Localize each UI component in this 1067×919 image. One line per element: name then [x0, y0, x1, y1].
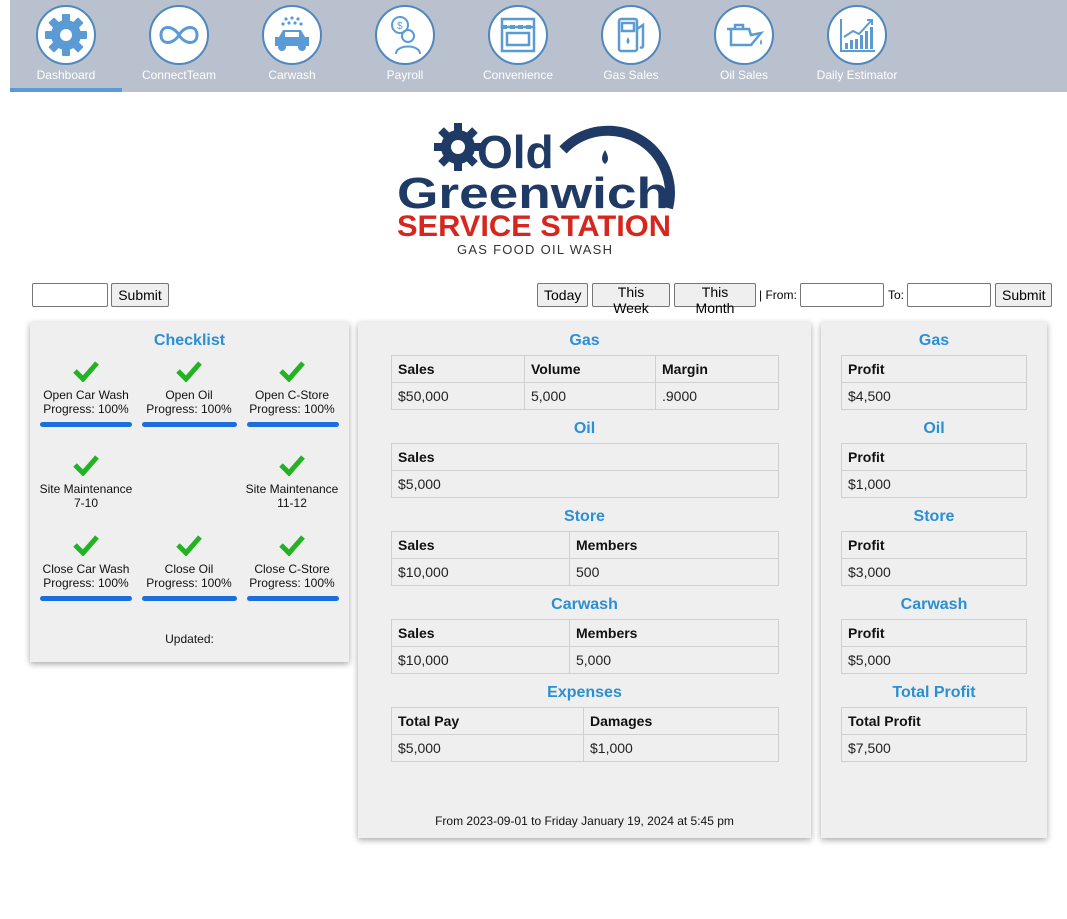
checkmark-icon — [73, 535, 99, 556]
checklist-title: Checklist — [153, 332, 226, 349]
range-submit-button[interactable]: Submit — [995, 283, 1052, 307]
nav-item-oil-sales[interactable]: Oil Sales — [688, 0, 800, 92]
this-month-button[interactable]: This Month — [674, 283, 756, 316]
store-table: Sales Members $10,000 500 — [391, 531, 779, 586]
gas-profit-title: Gas — [918, 332, 950, 349]
carwash-table: Sales Members $10,000 5,000 — [391, 619, 779, 674]
sales-panel: Gas Sales Volume Margin $50,000 5,000.9000 … — [358, 322, 811, 838]
nav-item-gas-sales[interactable]: Gas Sales — [575, 0, 687, 92]
station-logo: Old Greenwich SERVICE STATION GAS FOOD O… — [393, 120, 678, 260]
svg-text:$: $ — [397, 21, 403, 32]
nav-item-daily-estimator[interactable]: Daily Estimator — [801, 0, 913, 92]
progress-bar — [40, 422, 132, 427]
oil-profit-title: Oil — [923, 420, 945, 437]
date-range-text: From 2023-09-01 to Friday January 19, 20… — [435, 814, 734, 828]
progress-bar — [40, 596, 132, 601]
nav-label: ConnectTeam — [141, 68, 217, 82]
logo-line3: SERVICE STATION — [397, 210, 671, 243]
oil-profit-table: Profit $1,000 — [841, 443, 1027, 498]
total-profit-title: Total Profit — [892, 684, 976, 701]
to-label: To: — [888, 288, 905, 302]
updated-label: Updated: — [165, 632, 214, 646]
gas-table: Sales Volume Margin $50,000 5,000.9000 — [391, 355, 779, 410]
checkmark-icon — [73, 455, 99, 476]
checklist-item-close-oil[interactable]: Close Oil Progress: 100% — [139, 534, 239, 590]
oil-can-icon — [714, 5, 774, 65]
submit-button[interactable]: Submit — [111, 283, 169, 307]
checkmark-icon — [176, 535, 202, 556]
checkmark-icon — [279, 361, 305, 382]
checklist-item-close-c-store[interactable]: Close C-Store Progress: 100% — [242, 534, 342, 590]
fuel-pump-icon — [601, 5, 661, 65]
gas-profit-table: Profit $4,500 — [841, 355, 1027, 410]
checkmark-icon — [279, 535, 305, 556]
nav-label: Dashboard — [36, 68, 96, 82]
from-date-input[interactable] — [800, 283, 884, 307]
nav-label: Oil Sales — [719, 68, 769, 82]
nav-item-payroll[interactable]: $ Payroll — [349, 0, 461, 92]
nav-item-dashboard[interactable]: Dashboard — [10, 0, 122, 92]
nav-label: Carwash — [268, 68, 316, 82]
checklist-item-close-car-wash[interactable]: Close Car Wash Progress: 100% — [36, 534, 136, 590]
nav-item-carwash[interactable]: Carwash — [236, 0, 348, 92]
gas-title: Gas — [569, 332, 600, 349]
payroll-icon: $ — [375, 5, 435, 65]
logo-tagline: GAS FOOD OIL WASH — [457, 242, 612, 257]
profit-panel: Gas Profit $4,500 Oil Profit $1,000 Stor… — [821, 322, 1047, 838]
nav-item-convenience[interactable]: Convenience — [462, 0, 574, 92]
checklist-item-open-car-wash[interactable]: Open Car Wash Progress: 100% — [36, 360, 136, 416]
progress-bar — [247, 596, 339, 601]
nav-label: Convenience — [482, 68, 554, 82]
checklist-item-site-maintenance-7-10[interactable]: Site Maintenance 7-10 — [36, 454, 136, 510]
checkmark-icon — [176, 361, 202, 382]
store-icon — [488, 5, 548, 65]
checkmark-icon — [279, 455, 305, 476]
store-profit-table: Profit $3,000 — [841, 531, 1027, 586]
progress-bar — [142, 596, 237, 601]
checklist-item-open-oil[interactable]: Open Oil Progress: 100% — [139, 360, 239, 416]
store-title: Store — [564, 508, 605, 525]
gear-icon — [36, 5, 96, 65]
carwash-title: Carwash — [551, 596, 618, 613]
carwash-profit-table: Profit $5,000 — [841, 619, 1027, 674]
checkmark-icon — [73, 361, 99, 382]
checklist-item-open-c-store[interactable]: Open C-Store Progress: 100% — [242, 360, 342, 416]
this-week-button[interactable]: This Week — [592, 283, 670, 316]
checklist-item-site-maintenance-11-12[interactable]: Site Maintenance 11-12 — [242, 454, 342, 510]
to-date-input[interactable] — [907, 283, 991, 307]
expenses-title: Expenses — [547, 684, 622, 701]
from-label: | From: — [759, 288, 797, 302]
carwash-profit-title: Carwash — [900, 596, 968, 613]
carwash-icon — [262, 5, 322, 65]
nav-item-connectteam[interactable]: ConnectTeam — [123, 0, 235, 92]
checklist-panel: Checklist Open Car Wash Progress: 100% Op… — [30, 322, 349, 662]
top-nav: Dashboard ConnectTeam Carwash $ Payroll … — [10, 0, 1067, 92]
nav-label: Payroll — [386, 68, 424, 82]
nav-label: Gas Sales — [603, 68, 659, 82]
oil-table: Sales $5,000 — [391, 443, 779, 498]
growth-chart-icon — [827, 5, 887, 65]
oil-title: Oil — [573, 420, 596, 437]
date-input[interactable] — [32, 283, 108, 307]
progress-bar — [142, 422, 237, 427]
infinity-icon — [149, 5, 209, 65]
nav-label: Daily Estimator — [816, 68, 898, 82]
expenses-table: Total Pay Damages $5,000 $1,000 — [391, 707, 779, 762]
progress-bar — [247, 422, 339, 427]
store-profit-title: Store — [913, 508, 955, 525]
today-button[interactable]: Today — [537, 283, 588, 307]
total-profit-table: Total Profit $7,500 — [841, 707, 1027, 762]
